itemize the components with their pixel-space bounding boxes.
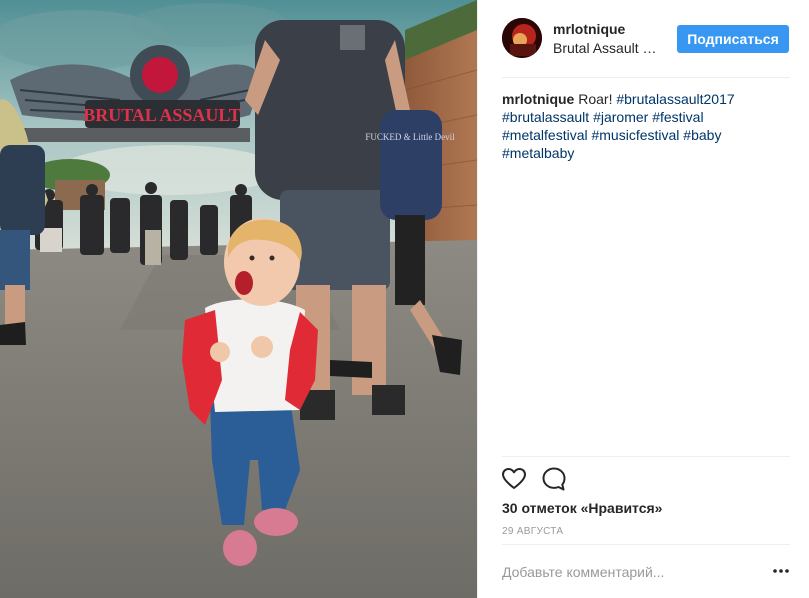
likes-count[interactable]: 30 отметок «Нравится» <box>502 500 662 516</box>
caption-username[interactable]: mrlotnique <box>502 91 574 107</box>
comment-form <box>478 544 809 598</box>
hoodie-print-text: FUCKED & Little Devil <box>365 132 455 142</box>
comment-divider <box>502 544 790 545</box>
actions-divider <box>502 456 790 457</box>
hashtag-link[interactable]: #brutalassault2017 <box>616 91 734 107</box>
hashtag-link[interactable]: #brutalassault <box>502 109 589 125</box>
avatar[interactable] <box>502 18 542 58</box>
header-divider <box>502 77 790 78</box>
username-link[interactable]: mrlotnique <box>553 21 625 37</box>
sign-text: BRUTAL ASSAULT <box>83 105 241 125</box>
location-link[interactable]: Brutal Assault Open Air <box>553 40 663 56</box>
hashtag-link[interactable]: #metalbaby <box>502 145 574 161</box>
hashtag-link[interactable]: #musicfestival <box>591 127 679 143</box>
post-date[interactable]: 29 АВГУСТА <box>502 526 563 537</box>
comment-input[interactable] <box>502 562 742 582</box>
caption-text: Roar! <box>578 91 613 107</box>
follow-button[interactable]: Подписаться <box>677 25 789 53</box>
post-caption: mrlotnique Roar! #brutalassault2017 #bru… <box>502 90 792 162</box>
post-sidebar: mrlotnique Brutal Assault Open Air Подпи… <box>477 0 809 598</box>
more-options-icon[interactable] <box>772 564 790 578</box>
post-photo[interactable]: BRUTAL ASSAULT FUCKED & Little Devil <box>0 0 477 598</box>
festival-baby-photo: BRUTAL ASSAULT FUCKED & Little Devil <box>0 0 477 598</box>
hashtag-link[interactable]: #metalfestival <box>502 127 588 143</box>
avatar-image <box>502 18 542 58</box>
hashtag-link[interactable]: #baby <box>683 127 721 143</box>
comment-bubble-icon[interactable] <box>541 466 567 492</box>
hashtag-link[interactable]: #jaromer <box>593 109 648 125</box>
heart-outline-icon[interactable] <box>501 466 527 492</box>
post-header: mrlotnique Brutal Assault Open Air Подпи… <box>478 0 809 78</box>
hashtag-link[interactable]: #festival <box>652 109 703 125</box>
